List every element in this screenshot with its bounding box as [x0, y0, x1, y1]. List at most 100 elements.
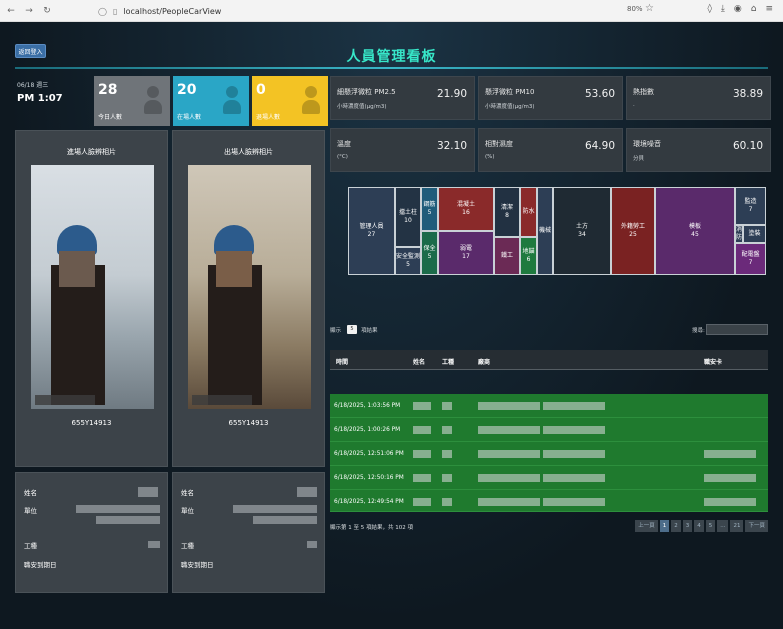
treemap-cell[interactable]: 外籍勞工 25: [611, 187, 655, 275]
forward-arrow-icon[interactable]: →: [22, 6, 36, 16]
stat-exited: 0 退場人數: [252, 76, 328, 126]
redacted-value: [233, 505, 317, 513]
shield-icon: ◯: [98, 6, 107, 16]
pager-prev[interactable]: 上一頁: [635, 520, 658, 532]
table-controls: 顯示 5 項結果 搜尋:: [330, 323, 768, 337]
page-title: 人員管理看板: [346, 49, 437, 65]
sensor-value: 64.90: [584, 140, 615, 152]
pocket-icon[interactable]: ◊: [707, 4, 711, 14]
treemap-cell[interactable]: 模板 45: [655, 187, 735, 275]
table-row[interactable]: 6/18/2025, 12:49:54 PM: [330, 490, 768, 512]
treemap-cell[interactable]: 防水: [520, 187, 537, 237]
col-unit[interactable]: 廠商: [478, 357, 490, 366]
page-icon: ▯: [112, 6, 118, 16]
treemap-cell[interactable]: 配電盤 7: [735, 243, 766, 275]
pager-page-2[interactable]: 2: [671, 520, 681, 532]
redacted-value: [96, 516, 160, 524]
bookmark-star-icon[interactable]: ☆: [645, 3, 654, 14]
pagination: 上一頁 1 2 3 4 5 ... 21 下一頁: [635, 520, 768, 532]
trade-treemap: 管理人員 27 擋土柱 10 安全監測 5 鋼筋 5 保全 5 混凝土 16 弱電 17 清潔…: [348, 187, 766, 275]
sensor-name: 細懸浮微粒 PM2.5: [337, 88, 396, 96]
info-trade-label: 工種: [24, 542, 37, 550]
treemap-cell[interactable]: 安全監測 5: [395, 247, 421, 275]
date-text: 06/18 週三: [17, 82, 49, 89]
col-time[interactable]: 時間: [336, 357, 348, 366]
download-icon[interactable]: ⤓: [721, 4, 725, 14]
page-length-select[interactable]: 5: [347, 325, 357, 334]
back-arrow-icon[interactable]: ←: [4, 6, 18, 16]
sensor-value: 53.60: [584, 88, 615, 100]
col-trade[interactable]: 工種: [442, 357, 454, 366]
treemap-cell[interactable]: 機械: [537, 187, 553, 275]
treemap-cell[interactable]: 塗裝: [743, 225, 766, 243]
info-trade-label: 工種: [181, 542, 194, 550]
row-time: 6/18/2025, 12:49:54 PM: [334, 499, 404, 505]
reload-icon[interactable]: ↻: [40, 6, 54, 16]
sensor-name: 相對濕度: [485, 140, 513, 148]
account-icon[interactable]: ◉: [734, 4, 742, 14]
person-icon: [144, 86, 162, 116]
exit-face-photo: [188, 165, 311, 409]
pager-page-5[interactable]: 5: [705, 520, 716, 532]
search-label: 搜尋:: [692, 328, 705, 334]
browser-toolbar: ← → ↻ ◯ ▯ localhost/PeopleCarView 80% ☆ …: [0, 0, 783, 22]
pager-page-3[interactable]: 3: [682, 520, 693, 532]
info-expiry-label: 職安到期日: [181, 561, 214, 569]
table-row[interactable]: 6/18/2025, 1:00:26 PM: [330, 418, 768, 442]
pager-page-21[interactable]: 21: [730, 520, 744, 532]
redacted-value: [76, 505, 160, 513]
title-divider: [15, 67, 768, 69]
table-row[interactable]: 6/18/2025, 1:03:56 PM: [330, 394, 768, 418]
col-name[interactable]: 姓名: [413, 357, 425, 366]
info-name-label: 姓名: [181, 489, 194, 497]
url-text: localhost/PeopleCarView: [123, 6, 222, 16]
length-prefix: 顯示: [330, 328, 342, 334]
treemap-cell[interactable]: 清潔 8: [494, 187, 520, 237]
table-footer: 顯示第 1 至 5 項結果，共 102 項 上一頁 1 2 3 4 5 ... …: [330, 518, 768, 538]
row-time: 6/18/2025, 1:03:56 PM: [334, 403, 401, 409]
pager-next[interactable]: 下一頁: [745, 520, 768, 532]
exit-photo-card: 出場人臉辨相片 655Y14913: [172, 130, 325, 467]
sensor-unit: (°C): [337, 154, 348, 160]
row-time: 6/18/2025, 12:50:16 PM: [334, 475, 404, 481]
stat-value: 20: [177, 82, 197, 98]
treemap-cell[interactable]: 消防: [735, 225, 743, 243]
sensor-humidity: 相對濕度 (%) 64.90: [478, 128, 623, 172]
length-suffix: 項結果: [361, 328, 378, 334]
info-unit-label: 單位: [24, 507, 37, 515]
info-expiry-label: 職安到期日: [24, 561, 57, 569]
col-card[interactable]: 職安卡: [704, 357, 722, 366]
treemap-cell[interactable]: 保全 5: [421, 231, 438, 275]
sensor-value: 60.10: [732, 140, 763, 152]
sensor-unit: .: [633, 102, 635, 108]
treemap-cell[interactable]: 土方 34: [553, 187, 611, 275]
sensor-unit: 小時濃度值(μg/m3): [485, 104, 535, 110]
treemap-cell[interactable]: 鋼筋 5: [421, 187, 438, 231]
treemap-cell[interactable]: 管理人員 27: [348, 187, 395, 275]
redacted-value: [297, 487, 317, 497]
treemap-cell[interactable]: 地錨 6: [520, 237, 537, 275]
table-row[interactable]: 6/18/2025, 12:51:06 PM: [330, 442, 768, 466]
address-bar[interactable]: ◯ ▯ localhost/PeopleCarView: [98, 3, 658, 19]
search-input[interactable]: [706, 324, 768, 335]
redacted-value: [307, 541, 317, 548]
row-time: 6/18/2025, 12:51:06 PM: [334, 451, 404, 457]
sensor-name: 環境噪音: [633, 140, 661, 148]
extensions-icon[interactable]: ⌂: [751, 4, 757, 14]
pager-page-1[interactable]: 1: [659, 520, 670, 532]
treemap-cell[interactable]: 混凝土 16: [438, 187, 494, 231]
exit-photo-title: 出場人臉辨相片: [224, 148, 273, 156]
treemap-cell[interactable]: 監造 7: [735, 187, 766, 225]
sensor-heat-index: 熱指數 . 38.89: [626, 76, 771, 120]
treemap-cell[interactable]: 弱電 17: [438, 231, 494, 275]
pager-page-4[interactable]: 4: [694, 520, 704, 532]
sensor-value: 38.89: [732, 88, 763, 100]
stat-label: 退場人數: [256, 114, 281, 121]
zoom-level[interactable]: 80%: [627, 5, 643, 13]
access-log-table: 顯示 5 項結果 搜尋: 時間 姓名 工種 廠商 職安卡 6/18/2025, …: [330, 323, 768, 513]
table-row[interactable]: 6/18/2025, 12:50:16 PM: [330, 466, 768, 490]
menu-icon[interactable]: ≡: [765, 4, 773, 14]
stat-onsite: 20 在場人數: [173, 76, 249, 126]
treemap-cell[interactable]: 鐵工: [494, 237, 520, 275]
treemap-cell[interactable]: 擋土柱 10: [395, 187, 421, 247]
